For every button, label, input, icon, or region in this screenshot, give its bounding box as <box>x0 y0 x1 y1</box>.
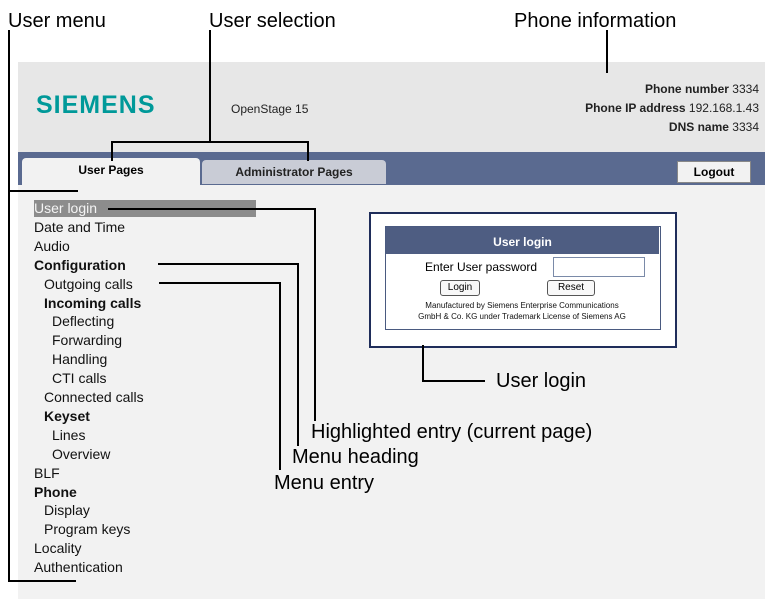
user-menu-bracket-top <box>8 190 78 192</box>
menu-item-forwarding[interactable]: Forwarding <box>52 332 122 349</box>
menu-item-locality[interactable]: Locality <box>34 540 81 557</box>
siemens-logo: SIEMENS <box>36 91 156 119</box>
menu-item-phone[interactable]: Phone <box>34 484 77 501</box>
menu-item-configuration[interactable]: Configuration <box>34 257 126 274</box>
logout-button[interactable]: Logout <box>677 161 751 183</box>
menu-item-lines[interactable]: Lines <box>52 427 85 444</box>
callout-user-login: User login <box>496 370 587 392</box>
menu-item-date-and-time[interactable]: Date and Time <box>34 219 125 236</box>
phone-model: OpenStage 15 <box>231 102 309 116</box>
user-menu-bracket-bottom <box>8 580 76 582</box>
entry-line-h <box>159 282 281 284</box>
callout-highlighted-entry: Highlighted entry (current page) <box>311 421 593 443</box>
phone-number-value: 3334 <box>732 82 759 96</box>
password-field[interactable] <box>553 257 645 277</box>
phone-ip-row: Phone IP address 192.168.1.43 <box>585 101 759 115</box>
phone-number-label: Phone number <box>644 82 729 96</box>
user-selection-left-leg <box>111 141 113 161</box>
highlighted-line-h <box>108 208 316 210</box>
fineprint-line-2: GmbH & Co. KG under Trademark License of… <box>418 312 626 321</box>
highlighted-line-v <box>314 208 316 421</box>
callout-menu-heading: Menu heading <box>292 446 419 468</box>
menu-item-keyset[interactable]: Keyset <box>44 408 90 425</box>
entry-line-v <box>279 282 281 470</box>
dns-name-label: DNS name <box>668 120 729 134</box>
fineprint-line-1: Manufactured by Siemens Enterprise Commu… <box>425 301 619 310</box>
menu-item-audio[interactable]: Audio <box>34 238 70 255</box>
tab-administrator-pages[interactable]: Administrator Pages <box>202 160 386 184</box>
menu-item-handling[interactable]: Handling <box>52 351 107 368</box>
heading-line-h <box>158 263 299 265</box>
login-stem <box>422 345 424 382</box>
callout-phone-information: Phone information <box>514 10 677 32</box>
heading-line-v <box>297 263 299 446</box>
menu-item-display[interactable]: Display <box>44 502 90 519</box>
user-selection-stem <box>209 30 211 143</box>
phone-info-stem <box>606 30 608 73</box>
menu-item-deflecting[interactable]: Deflecting <box>52 313 114 330</box>
phone-ip-value: 192.168.1.43 <box>688 101 759 115</box>
dns-name-value: 3334 <box>732 120 759 134</box>
menu-item-overview[interactable]: Overview <box>52 446 110 463</box>
menu-item-outgoing-calls[interactable]: Outgoing calls <box>44 276 133 293</box>
menu-item-cti-calls[interactable]: CTI calls <box>52 370 106 387</box>
menu-item-program-keys[interactable]: Program keys <box>44 521 130 538</box>
menu-item-blf[interactable]: BLF <box>34 465 60 482</box>
user-selection-right-leg <box>307 141 309 161</box>
login-button[interactable]: Login <box>440 280 480 296</box>
callout-user-selection: User selection <box>209 10 336 32</box>
callout-menu-entry: Menu entry <box>274 472 375 494</box>
user-selection-bar <box>111 141 309 143</box>
menu-item-authentication[interactable]: Authentication <box>34 559 123 576</box>
callout-user-menu: User menu <box>8 10 106 32</box>
login-title: User login <box>386 227 659 254</box>
phone-number-row: Phone number 3334 <box>645 82 759 96</box>
menu-item-connected-calls[interactable]: Connected calls <box>44 389 144 406</box>
reset-button[interactable]: Reset <box>547 280 595 296</box>
user-menu-bracket-vertical <box>8 30 10 582</box>
phone-ip-label: Phone IP address <box>585 101 686 115</box>
menu-item-incoming-calls[interactable]: Incoming calls <box>44 295 141 312</box>
dns-name-row: DNS name 3334 <box>669 120 759 134</box>
login-line-h <box>422 380 485 382</box>
tab-user-pages[interactable]: User Pages <box>22 158 200 185</box>
password-label: Enter User password <box>425 260 538 274</box>
